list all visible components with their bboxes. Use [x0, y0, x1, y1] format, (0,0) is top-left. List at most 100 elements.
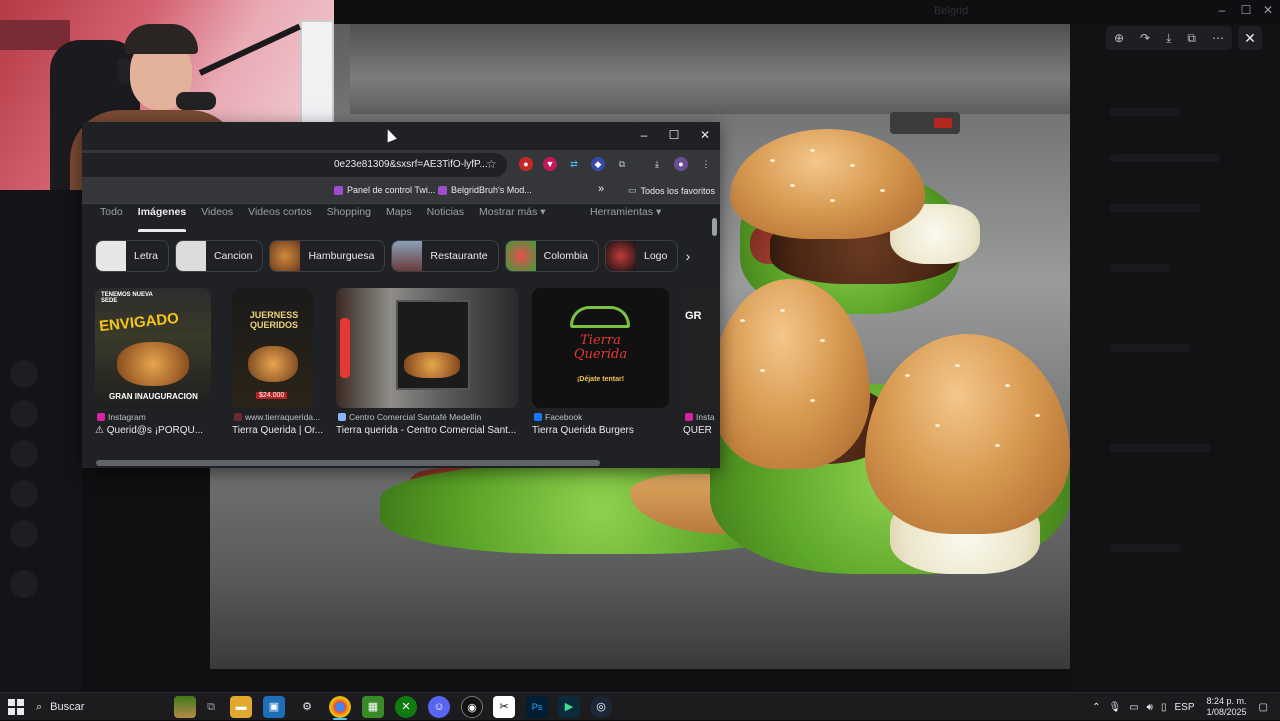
zoom-in-icon[interactable]: ⊕	[1114, 31, 1124, 45]
logo-text: Tierra	[580, 333, 621, 348]
ghost-text	[1110, 344, 1190, 352]
app-icon[interactable]: ▶	[558, 696, 580, 718]
download-icon[interactable]: ⤓	[1166, 31, 1171, 46]
scrollbar-thumb[interactable]	[96, 460, 600, 466]
chip-hamburguesa[interactable]: Hamburguesa	[269, 240, 386, 272]
tab-shopping[interactable]: Shopping	[327, 206, 371, 226]
vertical-scrollbar[interactable]	[710, 204, 718, 454]
photoshop-icon[interactable]: Ps	[526, 696, 548, 718]
tab-videos[interactable]: Videos	[201, 206, 233, 226]
burger-bun-top	[730, 129, 925, 239]
ghost-text	[1110, 264, 1170, 272]
kebab-menu-icon[interactable]: ⋮	[699, 157, 713, 171]
address-bar[interactable]: 0e23e81309&sxsrf=AE3TifO-lyfP... ☆	[82, 153, 507, 177]
result-thumbnail: TENEMOS NUEVA SEDE ENVIGADO GRAN INAUGUR…	[95, 288, 211, 408]
chip-letra[interactable]: Letra	[95, 240, 169, 272]
source-label: Facebook	[545, 412, 583, 422]
all-bookmarks[interactable]: ▭ Todos los favoritos	[628, 185, 715, 196]
folder-icon: ▭	[628, 185, 637, 195]
chevron-right-icon[interactable]: ›	[676, 244, 700, 268]
search-label: Buscar	[50, 701, 85, 713]
chip-cancion[interactable]: Cancion	[174, 240, 264, 272]
taskbar-widget-icon[interactable]	[174, 696, 196, 718]
language-indicator[interactable]: ESP	[1174, 702, 1194, 713]
tab-more[interactable]: Mostrar más ▾	[479, 206, 546, 226]
viewer-close-button[interactable]: ✕	[1238, 26, 1262, 50]
battery-icon[interactable]: ▯	[1161, 702, 1167, 713]
chip-thumbnail	[96, 241, 126, 271]
clock-date: 1/08/2025	[1206, 707, 1247, 717]
chip-logo[interactable]: Logo	[604, 240, 679, 272]
network-icon[interactable]: ▭	[1129, 702, 1138, 713]
profile-avatar[interactable]: ●	[674, 157, 688, 171]
download-icon[interactable]: ⤓	[650, 157, 664, 171]
chrome-toolbar: 0e23e81309&sxsrf=AE3TifO-lyfP... ☆ ● ▼ ⇄…	[82, 150, 720, 180]
chip-label: Logo	[643, 250, 668, 262]
image-result[interactable]: TENEMOS NUEVA SEDE ENVIGADO GRAN INAUGUR…	[95, 288, 211, 436]
taskbar-search[interactable]: ⌕ Buscar	[36, 695, 168, 719]
more-icon[interactable]: ⋯	[1212, 31, 1224, 45]
obs-icon[interactable]: ◉	[461, 696, 483, 718]
maximize-icon[interactable]: ☐	[664, 128, 684, 142]
more-bookmarks-icon[interactable]: »	[598, 183, 604, 195]
volume-icon[interactable]: 🔊︎	[1147, 702, 1153, 713]
notifications-icon[interactable]: ▢	[1259, 702, 1268, 713]
extension-red-icon[interactable]: ●	[519, 157, 533, 171]
image-caption: GR	[685, 310, 702, 322]
site-icon	[338, 413, 346, 421]
settings-icon[interactable]: ⚙	[296, 696, 318, 718]
chip-restaurante[interactable]: Restaurante	[391, 240, 499, 272]
oven-handle	[890, 112, 960, 134]
extension-pink-icon[interactable]: ▼	[543, 157, 557, 171]
close-icon[interactable]: ✕	[1256, 3, 1280, 17]
star-icon[interactable]: ☆	[486, 157, 497, 171]
minimize-icon[interactable]: –	[634, 128, 654, 142]
maximize-icon[interactable]: ☐	[1234, 3, 1258, 17]
bookmark-twitch-panel[interactable]: Panel de control Twi...	[334, 185, 435, 195]
steam-icon[interactable]: ◎	[590, 696, 612, 718]
image-result[interactable]: Centro Comercial Santafé Medellín Tierra…	[336, 288, 518, 436]
xbox-icon[interactable]: ✕	[395, 696, 417, 718]
tab-todo[interactable]: Todo	[100, 206, 123, 226]
scrollbar-thumb[interactable]	[712, 218, 717, 236]
chip-colombia[interactable]: Colombia	[504, 240, 599, 272]
clock[interactable]: 8:24 p. m. 1/08/2025	[1207, 696, 1247, 718]
microphone-icon[interactable]: 🎙︎	[1109, 702, 1122, 713]
extension-blue-icon[interactable]: ◆	[591, 157, 605, 171]
bookmark-mod-view[interactable]: BelgridBruh's Mod...	[438, 185, 532, 195]
extensions-puzzle-icon[interactable]: ⧉	[615, 157, 629, 171]
image-result[interactable]: GR Insta QUER	[683, 288, 714, 436]
ghost-avatar	[10, 480, 38, 508]
image-result[interactable]: JUERNESS QUERIDOS $24.000 www.tierraquer…	[232, 288, 323, 436]
result-title: QUER	[683, 425, 712, 436]
tab-maps[interactable]: Maps	[386, 206, 412, 226]
chrome-icon[interactable]	[329, 696, 351, 718]
capcut-icon[interactable]: ✂	[493, 696, 515, 718]
task-view-icon[interactable]: ⧉	[200, 696, 222, 718]
rotate-icon[interactable]: ↷	[1140, 31, 1150, 45]
tools-menu[interactable]: Herramientas ▾	[590, 206, 661, 218]
discord-icon[interactable]: ☺	[428, 696, 450, 718]
instagram-icon	[685, 413, 693, 421]
tab-images[interactable]: Imágenes	[137, 206, 187, 232]
windows-start-icon[interactable]	[8, 699, 24, 715]
horizontal-scrollbar[interactable]	[92, 460, 710, 466]
photos-icon[interactable]: ▣	[263, 696, 285, 718]
extension-translate-icon[interactable]: ⇄	[567, 157, 581, 171]
file-explorer-icon[interactable]: ▬	[230, 696, 252, 718]
chrome-titlebar[interactable]: – ☐ ✕	[82, 122, 720, 150]
ghost-avatar	[10, 360, 38, 388]
minimize-icon[interactable]: –	[1210, 3, 1234, 17]
open-external-icon[interactable]: ⧉	[1187, 31, 1196, 46]
tab-news[interactable]: Noticias	[427, 206, 464, 226]
chevron-up-icon[interactable]: ⌃	[1092, 702, 1100, 713]
ghost-avatar	[10, 440, 38, 468]
chip-label: Hamburguesa	[308, 250, 375, 262]
tab-short-videos[interactable]: Videos cortos	[248, 206, 311, 226]
clock-time: 8:24 p. m.	[1206, 696, 1247, 706]
image-caption: JUERNESS QUERIDOS	[249, 310, 299, 330]
ghost-text	[1110, 444, 1210, 452]
minecraft-icon[interactable]: ▦	[362, 696, 384, 718]
close-icon[interactable]: ✕	[695, 128, 715, 142]
image-result[interactable]: Tierra Querida ¡Déjate tentar! Facebook …	[532, 288, 669, 436]
